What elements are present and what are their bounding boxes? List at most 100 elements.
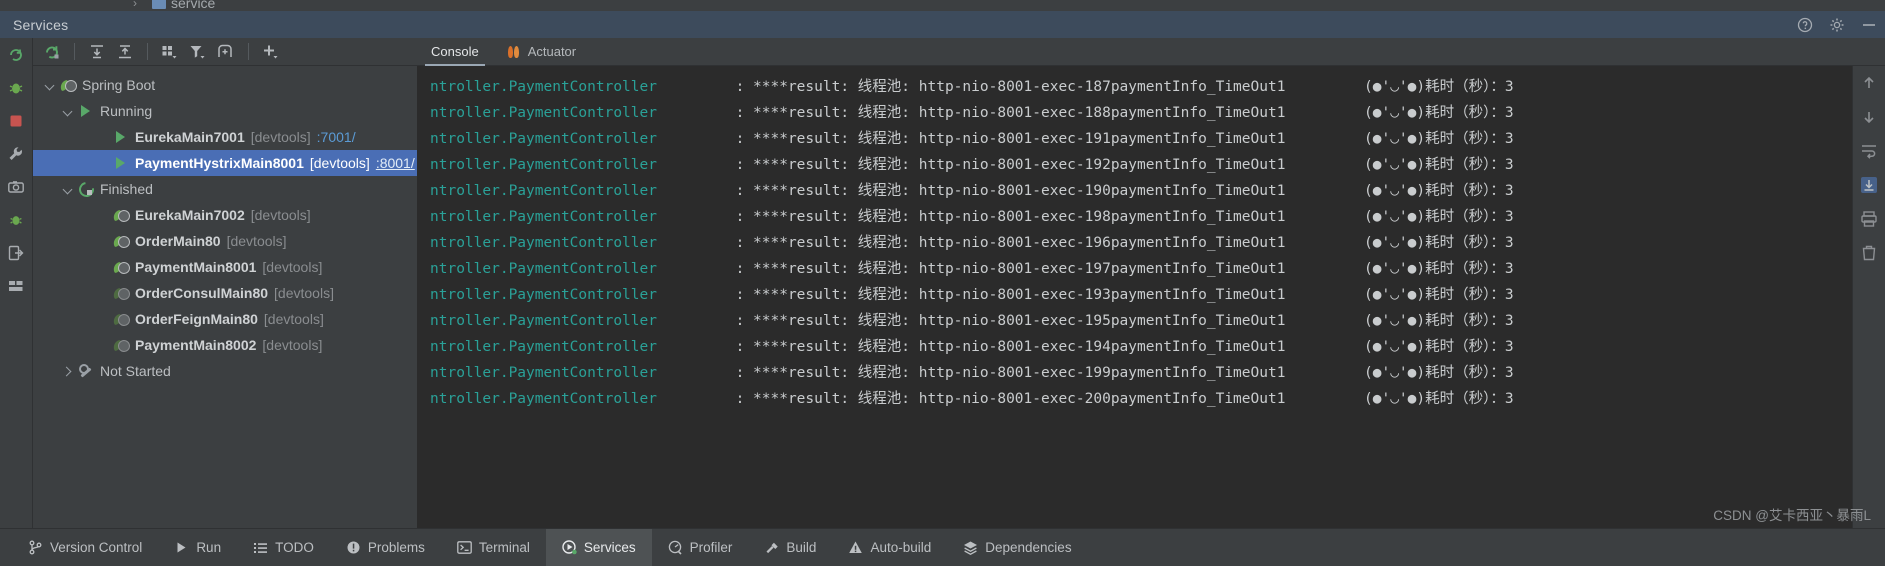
tab-actuator[interactable]: Actuator bbox=[493, 38, 590, 65]
console-output[interactable]: ntroller.PaymentController : ****result:… bbox=[417, 66, 1852, 528]
spring-boot-icon bbox=[113, 311, 130, 327]
status-bar-item-todo[interactable]: TODO bbox=[237, 529, 330, 566]
log-thread-name: http-nio-8001-exec-197 bbox=[918, 261, 1111, 277]
status-bar-item-problems[interactable]: Problems bbox=[330, 529, 441, 566]
exit-icon[interactable] bbox=[7, 244, 25, 262]
clear-all-icon[interactable] bbox=[1860, 244, 1878, 262]
thread-dump-icon[interactable] bbox=[7, 211, 25, 229]
wrench-icon[interactable] bbox=[7, 145, 25, 163]
tree-node-orderconsulmain80[interactable]: OrderConsulMain80 [devtools] bbox=[33, 280, 417, 306]
tree-node-link[interactable]: :7001/ bbox=[317, 129, 356, 145]
status-bar-item-run[interactable]: Run bbox=[158, 529, 237, 566]
debug-icon[interactable] bbox=[7, 79, 25, 97]
layout-icon[interactable] bbox=[7, 277, 25, 295]
tree-node-ordermain80[interactable]: OrderMain80 [devtools] bbox=[33, 228, 417, 254]
spring-boot-icon bbox=[113, 233, 130, 249]
services-tree[interactable]: Spring Boot Running EurekaMain7001 [devtool… bbox=[33, 66, 417, 528]
filter-icon[interactable] bbox=[185, 40, 211, 64]
tree-node-label: PaymentMain8001 bbox=[135, 259, 257, 275]
log-spacer bbox=[657, 282, 736, 308]
log-method-suffix: paymentInfo_TimeOut1 bbox=[1110, 79, 1286, 95]
log-logger-name: ntroller.PaymentController bbox=[430, 131, 657, 147]
log-separator: : bbox=[735, 365, 745, 381]
tree-node-orderfeignmain80[interactable]: OrderFeignMain80 [devtools] bbox=[33, 306, 417, 332]
status-bar-item-profiler[interactable]: Profiler bbox=[652, 529, 749, 566]
group-by-icon[interactable] bbox=[157, 40, 183, 64]
console-log-line: ntroller.PaymentController : ****result:… bbox=[417, 74, 1852, 100]
status-bar-item-label: Problems bbox=[367, 540, 425, 555]
tree-node-not-started[interactable]: Not Started bbox=[33, 358, 417, 384]
expand-all-icon[interactable] bbox=[84, 40, 110, 64]
log-prefix: ****result: bbox=[753, 339, 850, 355]
tree-node-eurekamain7002[interactable]: EurekaMain7002 [devtools] bbox=[33, 202, 417, 228]
log-space bbox=[744, 235, 753, 251]
log-space bbox=[849, 391, 858, 407]
chevron-down-icon[interactable] bbox=[61, 105, 74, 118]
tree-node-spring-boot[interactable]: Spring Boot bbox=[33, 72, 417, 98]
log-separator: : bbox=[735, 287, 745, 303]
log-prefix: ****result: bbox=[753, 183, 850, 199]
status-bar-item-version-control[interactable]: Version Control bbox=[12, 529, 158, 566]
tree-node-finished[interactable]: Finished bbox=[33, 176, 417, 202]
status-bar-item-auto-build[interactable]: Auto-build bbox=[832, 529, 947, 566]
log-logger-name: ntroller.PaymentController bbox=[430, 261, 657, 277]
scroll-up-icon[interactable] bbox=[1860, 74, 1878, 92]
tab-console[interactable]: Console bbox=[417, 38, 493, 66]
scroll-to-end-icon[interactable] bbox=[1860, 176, 1878, 194]
actuator-icon bbox=[507, 45, 521, 59]
hide-window-icon[interactable] bbox=[1861, 17, 1877, 33]
settings-gear-icon[interactable] bbox=[1829, 17, 1845, 33]
rerun-service-icon[interactable] bbox=[39, 40, 65, 64]
tree-node-eurekamain7001[interactable]: EurekaMain7001 [devtools]:7001/ bbox=[33, 124, 417, 150]
tree-node-paymenthystrixmain8001[interactable]: PaymentHystrixMain8001 [devtools]:8001/ bbox=[33, 150, 417, 176]
tree-node-label: OrderMain80 bbox=[135, 233, 221, 249]
tree-node-tag: [devtools] bbox=[309, 155, 370, 171]
soft-wrap-icon[interactable] bbox=[1860, 142, 1878, 160]
status-bar-item-dependencies[interactable]: Dependencies bbox=[947, 529, 1087, 566]
log-emoji-duration: (●'◡'●)耗时（秒）：3 bbox=[1364, 157, 1514, 173]
tree-node-running[interactable]: Running bbox=[33, 98, 417, 124]
log-emoji-duration: (●'◡'●)耗时（秒）：3 bbox=[1364, 261, 1514, 277]
status-bar-item-terminal[interactable]: Terminal bbox=[441, 529, 546, 566]
tree-node-link[interactable]: :8001/ bbox=[376, 155, 415, 171]
tree-node-tag: [devtools] bbox=[226, 233, 287, 249]
watermark: CSDN @艾卡西亚丶暴雨L bbox=[1713, 508, 1871, 523]
log-space bbox=[744, 131, 753, 147]
chevron-right-icon[interactable] bbox=[61, 365, 74, 378]
log-space bbox=[849, 365, 858, 381]
log-pool-label: 线程池: bbox=[857, 313, 911, 329]
status-bar-item-build[interactable]: Build bbox=[748, 529, 832, 566]
log-space bbox=[744, 313, 753, 329]
status-bar-item-label: Version Control bbox=[50, 540, 143, 555]
print-icon[interactable] bbox=[1860, 210, 1878, 228]
tree-node-paymentmain8002[interactable]: PaymentMain8002 [devtools] bbox=[33, 332, 417, 358]
collapse-all-icon[interactable] bbox=[112, 40, 138, 64]
log-method-suffix: paymentInfo_TimeOut1 bbox=[1110, 287, 1286, 303]
status-bar-item-label: TODO bbox=[275, 540, 314, 555]
scroll-down-icon[interactable] bbox=[1860, 108, 1878, 126]
console-log-line: ntroller.PaymentController : ****result:… bbox=[417, 386, 1852, 412]
status-bar-item-services[interactable]: Services bbox=[545, 528, 652, 566]
log-emoji-duration: (●'◡'●)耗时（秒）：3 bbox=[1364, 287, 1514, 303]
log-emoji-duration: (●'◡'●)耗时（秒）：3 bbox=[1364, 365, 1514, 381]
chevron-down-icon[interactable] bbox=[43, 79, 56, 92]
help-icon[interactable] bbox=[1797, 17, 1813, 33]
add-service-icon[interactable] bbox=[258, 40, 284, 64]
console-log-line: ntroller.PaymentController : ****result:… bbox=[417, 360, 1852, 386]
show-configurations-icon[interactable] bbox=[213, 40, 239, 64]
stop-icon[interactable] bbox=[7, 112, 25, 130]
spring-boot-icon bbox=[113, 259, 130, 275]
log-pool-label: 线程池: bbox=[857, 131, 911, 147]
log-pool-label: 线程池: bbox=[857, 339, 911, 355]
services-tool-window: › service Services Spring Boot Running E… bbox=[0, 0, 1885, 566]
tree-node-paymentmain8001[interactable]: PaymentMain8001 [devtools] bbox=[33, 254, 417, 280]
console-log-line: ntroller.PaymentController : ****result:… bbox=[417, 178, 1852, 204]
log-separator: : bbox=[735, 235, 745, 251]
log-thread-name: http-nio-8001-exec-199 bbox=[918, 365, 1111, 381]
log-spacer bbox=[1285, 360, 1364, 386]
chevron-down-icon[interactable] bbox=[61, 183, 74, 196]
tree-node-label: OrderFeignMain80 bbox=[135, 311, 258, 327]
camera-icon[interactable] bbox=[7, 178, 25, 196]
rerun-icon[interactable] bbox=[7, 46, 25, 64]
